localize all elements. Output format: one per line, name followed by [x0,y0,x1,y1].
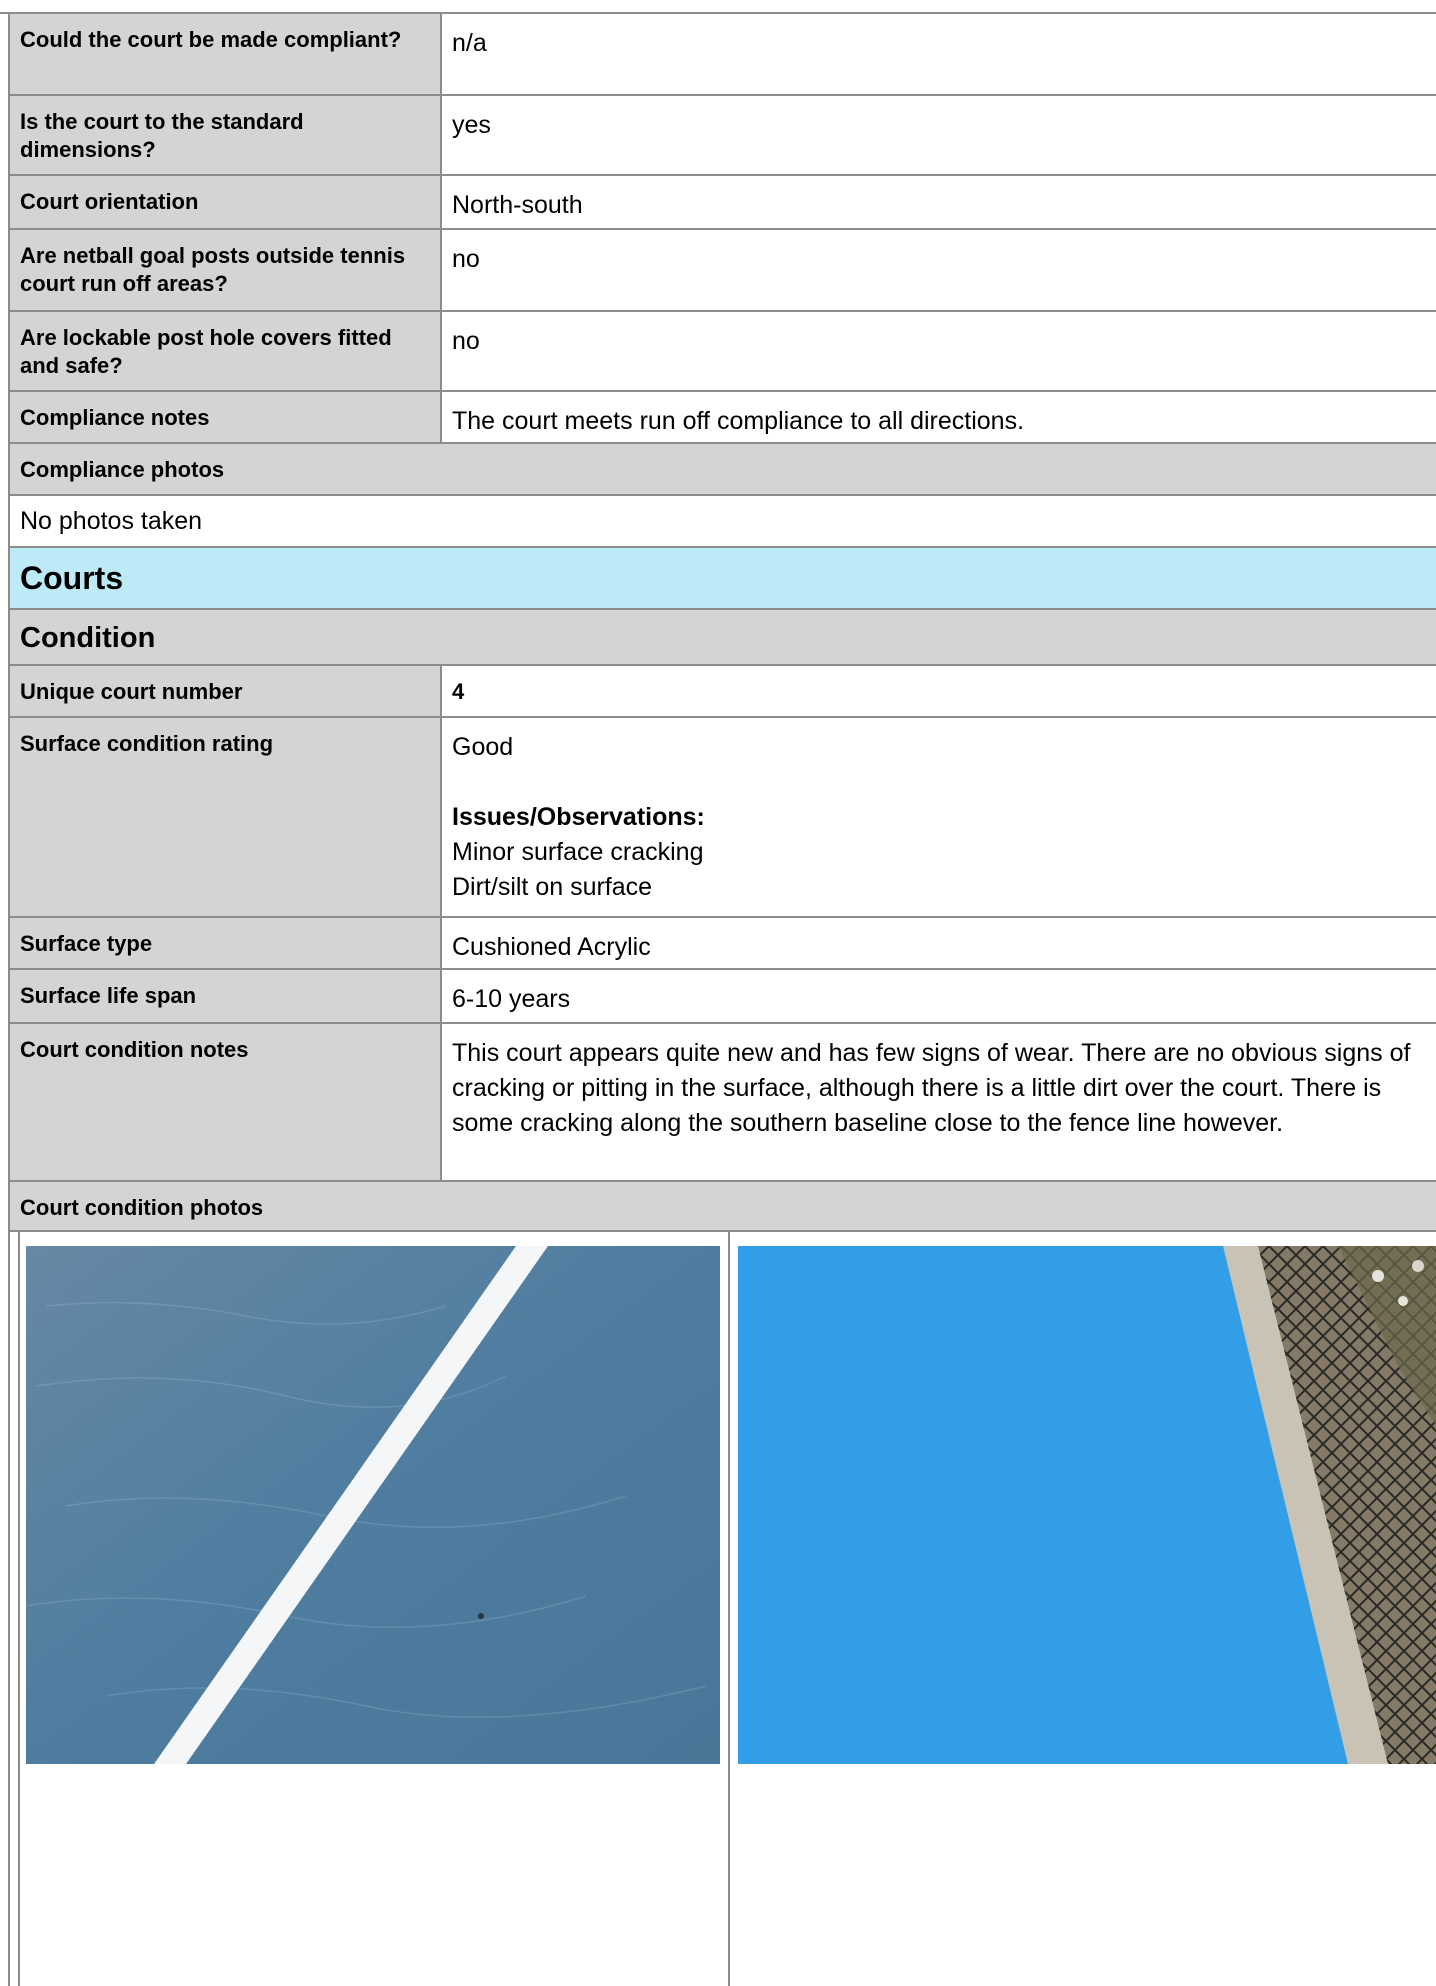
issues-heading: Issues/Observations: [452,803,705,831]
surface-rating: Good [452,733,514,761]
row-label: Surface condition rating [10,718,442,916]
photo-cell-2 [730,1232,1436,1986]
row-value: Good Issues/Observations: Minor surface … [442,718,1436,916]
section-title: Courts [10,548,1436,608]
row-value: 6-10 years [442,970,1436,1022]
row-label: Unique court number [10,666,442,716]
compliance-photos-label: Compliance photos [10,444,1436,494]
table-row: Court condition photos [8,1182,1436,1232]
row-value: no [442,312,1436,390]
row-label: Are lockable post hole covers fitted and… [10,312,442,390]
table-row: Surface type Cushioned Acrylic [8,918,1436,970]
photo-cell-1 [18,1232,730,1986]
row-label: Are netball goal posts outside tennis co… [10,230,442,310]
top-divider [0,0,1436,14]
row-value: n/a [442,14,1436,94]
row-label: Court condition notes [10,1024,442,1180]
court-photo-2 [738,1246,1436,1764]
report-page: Could the court be made compliant? n/a I… [0,0,1436,1986]
table-row: No photos taken [8,496,1436,548]
court-photo-1 [26,1246,720,1764]
compliance-photos-value: No photos taken [10,496,1436,546]
row-value: This court appears quite new and has few… [442,1024,1436,1180]
table-row: Surface condition rating Good Issues/Obs… [8,718,1436,918]
row-value: The court meets run off compliance to al… [442,392,1436,442]
row-label: Surface type [10,918,442,968]
row-label: Could the court be made compliant? [10,14,442,94]
row-value: North-south [442,176,1436,228]
table-row: Compliance notes The court meets run off… [8,392,1436,444]
row-label: Surface life span [10,970,442,1022]
table-row: Are lockable post hole covers fitted and… [8,312,1436,392]
table-row: Could the court be made compliant? n/a [8,14,1436,96]
table-row: Surface life span 6-10 years [8,970,1436,1024]
court-photos-label: Court condition photos [10,1182,1436,1230]
row-label: Court orientation [10,176,442,228]
table-row: Court condition notes This court appears… [8,1024,1436,1182]
table-row: Compliance photos [8,444,1436,496]
table-row: Are netball goal posts outside tennis co… [8,230,1436,312]
row-value: 4 [442,666,1436,716]
row-value: yes [442,96,1436,174]
subsection-title: Condition [10,610,1436,664]
table-row: Is the court to the standard dimensions?… [8,96,1436,176]
row-value: Cushioned Acrylic [442,918,1436,968]
row-label: Is the court to the standard dimensions? [10,96,442,174]
subsection-header: Condition [8,610,1436,666]
section-header: Courts [8,548,1436,610]
issue-item: Dirt/silt on surface [452,873,653,901]
row-label: Compliance notes [10,392,442,442]
table-row: Unique court number 4 [8,666,1436,718]
table-row: Court orientation North-south [8,176,1436,230]
court-surface-image [26,1246,720,1764]
court-fence-image [738,1246,1436,1764]
row-value: no [442,230,1436,310]
issue-item: Minor surface cracking [452,838,704,866]
